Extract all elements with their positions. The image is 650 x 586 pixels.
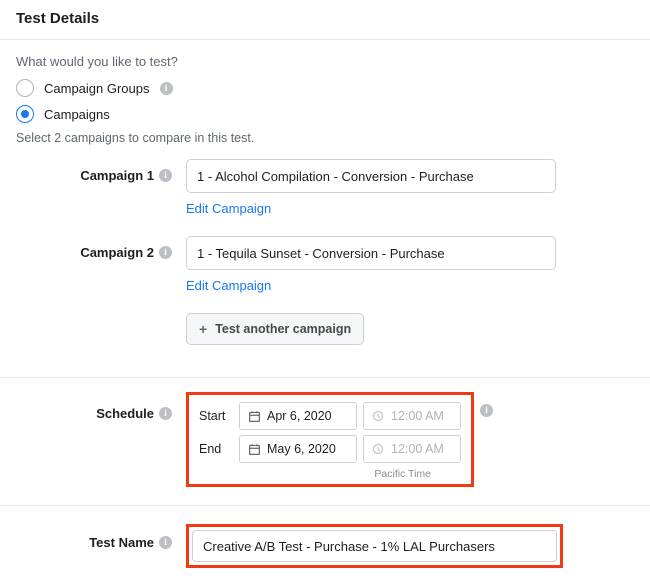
info-icon[interactable]: i — [480, 404, 493, 417]
info-icon[interactable]: i — [159, 246, 172, 259]
schedule-highlight: Start Apr 6, 2020 12:00 AM — [186, 392, 474, 487]
test-name-input[interactable] — [192, 530, 557, 562]
info-icon[interactable]: i — [159, 169, 172, 182]
info-icon[interactable]: i — [159, 407, 172, 420]
radio-label: Campaigns — [44, 107, 110, 122]
timezone-label: Pacific Time — [199, 468, 461, 480]
info-icon[interactable]: i — [160, 82, 173, 95]
schedule-label: Schedule i — [16, 392, 186, 421]
test-name-highlight — [186, 524, 563, 568]
end-time-input[interactable]: 12:00 AM — [363, 435, 461, 463]
campaign2-label: Campaign 2 i — [16, 236, 186, 260]
plus-icon: + — [199, 322, 207, 336]
radio-campaigns[interactable]: Campaigns — [16, 105, 634, 123]
add-campaign-button[interactable]: + Test another campaign — [186, 313, 364, 345]
radio-label: Campaign Groups — [44, 81, 150, 96]
end-label: End — [199, 442, 233, 456]
radio-icon — [16, 79, 34, 97]
add-campaign-label: Test another campaign — [215, 322, 351, 336]
campaign1-input[interactable] — [186, 159, 556, 193]
test-question: What would you like to test? — [16, 54, 634, 69]
start-time-input[interactable]: 12:00 AM — [363, 402, 461, 430]
edit-campaign1-link[interactable]: Edit Campaign — [186, 201, 634, 216]
info-icon[interactable]: i — [159, 536, 172, 549]
clock-icon — [372, 443, 385, 456]
end-date-input[interactable]: May 6, 2020 — [239, 435, 357, 463]
calendar-icon — [248, 410, 261, 423]
radio-icon — [16, 105, 34, 123]
campaign2-input[interactable] — [186, 236, 556, 270]
clock-icon — [372, 410, 385, 423]
start-label: Start — [199, 409, 233, 423]
edit-campaign2-link[interactable]: Edit Campaign — [186, 278, 634, 293]
calendar-icon — [248, 443, 261, 456]
campaign1-label: Campaign 1 i — [16, 159, 186, 183]
test-name-label: Test Name i — [16, 524, 186, 550]
select-hint: Select 2 campaigns to compare in this te… — [16, 131, 634, 145]
start-date-input[interactable]: Apr 6, 2020 — [239, 402, 357, 430]
radio-campaign-groups[interactable]: Campaign Groups i — [16, 79, 634, 97]
section-title: Test Details — [0, 0, 650, 39]
